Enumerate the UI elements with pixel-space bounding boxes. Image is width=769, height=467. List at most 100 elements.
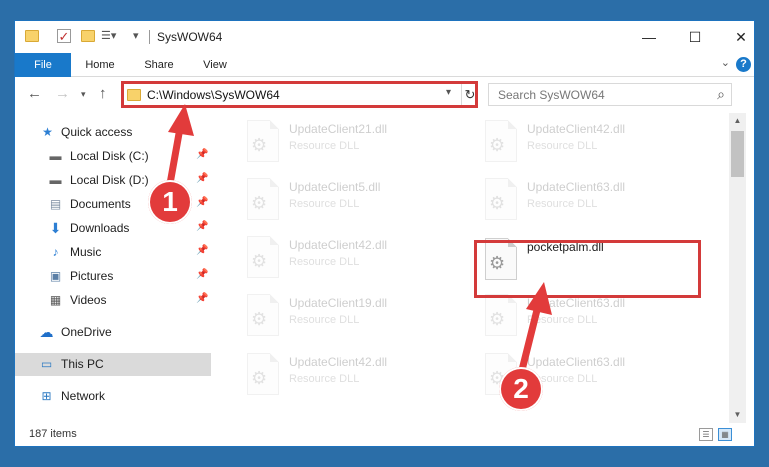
pin-icon[interactable]: 📌 [196, 221, 208, 232]
file-type: Resource DLL [289, 140, 360, 152]
sidebar-item-label: Local Disk (C:) [70, 149, 149, 163]
scroll-down-icon[interactable]: ▼ [729, 407, 746, 423]
navigation-pane: ★ Quick access ▬ Local Disk (C:) 📌 ▬ Loc… [15, 113, 211, 423]
vertical-scrollbar[interactable]: ▲ ▼ [729, 113, 746, 423]
file-type: Resource DLL [289, 198, 360, 210]
folder-icon [25, 29, 39, 43]
tab-view[interactable]: View [191, 53, 239, 77]
file-name: UpdateClient42.dll [289, 355, 388, 369]
close-button[interactable]: ✕ [718, 21, 754, 53]
file-name: UpdateClient42.dll [289, 238, 388, 252]
new-folder-icon[interactable] [81, 29, 95, 43]
item-count: 187 items [29, 428, 77, 440]
videos-icon: ▦ [49, 293, 62, 307]
dll-file-icon: ⚙ [247, 236, 279, 278]
file-item[interactable]: ⚙ UpdateClient63.dll Resource DLL [475, 291, 695, 341]
cloud-icon: ☁ [39, 324, 54, 340]
file-item[interactable]: ⚙ UpdateClient21.dll Resource DLL [237, 117, 457, 167]
details-view-icon[interactable]: ☰ [699, 428, 713, 441]
file-name: UpdateClient21.dll [289, 122, 388, 136]
sidebar-item-videos[interactable]: ▦ Videos 📌 [15, 289, 211, 312]
file-name: UpdateClient19.dll [289, 296, 388, 310]
search-icon[interactable]: ⌕ [717, 86, 725, 103]
tab-home[interactable]: Home [75, 53, 125, 77]
address-highlight-box [121, 81, 478, 108]
download-icon: ⬇ [49, 220, 62, 236]
file-type: Resource DLL [527, 314, 598, 326]
sidebar-item-quick-access[interactable]: ★ Quick access [15, 121, 211, 144]
tab-share[interactable]: Share [133, 53, 185, 77]
dll-file-icon: ⚙ [247, 353, 279, 395]
star-icon: ★ [42, 125, 53, 139]
file-type: Resource DLL [527, 140, 598, 152]
tab-file[interactable]: File [15, 53, 71, 77]
drive-icon: ▬ [49, 149, 62, 163]
search-placeholder: Search SysWOW64 [498, 88, 605, 102]
step-2-badge: 2 [499, 367, 543, 411]
dll-file-icon: ⚙ [247, 178, 279, 220]
navigation-bar: ← → ▾ ↑ C:\Windows\SysWOW64 ▾ ↻ Search S… [15, 78, 754, 112]
tiles-view-icon[interactable]: ▦ [718, 428, 732, 441]
maximize-button[interactable]: ☐ [672, 21, 718, 53]
file-list: ⚙ UpdateClient21.dll Resource DLL ⚙ Upda… [223, 113, 729, 423]
file-item[interactable]: ⚙ UpdateClient19.dll Resource DLL [237, 291, 457, 341]
title-separator [149, 30, 150, 44]
drive-icon: ▬ [49, 173, 62, 187]
dll-file-icon: ⚙ [485, 120, 517, 162]
quick-access-dropdown-icon[interactable]: ▾ [133, 29, 147, 43]
pin-icon[interactable]: 📌 [196, 149, 208, 160]
forward-arrow-icon[interactable]: → [55, 85, 70, 102]
file-item[interactable]: ⚙ UpdateClient42.dll Resource DLL [237, 233, 457, 283]
file-type: Resource DLL [527, 198, 598, 210]
sidebar-item-label: Music [70, 245, 102, 259]
sidebar-item-local-disk-c[interactable]: ▬ Local Disk (C:) 📌 [15, 145, 211, 168]
file-name: UpdateClient63.dll [527, 296, 626, 310]
pin-icon[interactable]: 📌 [196, 245, 208, 256]
sidebar-item-music[interactable]: ♪ Music 📌 [15, 241, 211, 264]
window-title: SysWOW64 [157, 30, 223, 44]
file-name: UpdateClient63.dll [527, 180, 626, 194]
sidebar-item-onedrive[interactable]: ☁ OneDrive [15, 321, 211, 344]
sidebar-item-label: OneDrive [61, 325, 112, 339]
sidebar-item-label: Local Disk (D:) [70, 173, 149, 187]
sidebar-item-label: Videos [70, 293, 107, 307]
sidebar-item-label: Documents [70, 197, 131, 211]
network-icon: ⊞ [41, 389, 52, 403]
help-icon[interactable]: ? [736, 57, 751, 72]
sidebar-item-this-pc[interactable]: ▭ This PC [15, 353, 211, 376]
sidebar-item-label: Pictures [70, 269, 114, 283]
pin-icon[interactable]: 📌 [196, 269, 208, 280]
file-name: UpdateClient63.dll [527, 355, 626, 369]
step-1-badge: 1 [148, 180, 192, 224]
pin-icon[interactable]: 📌 [196, 173, 208, 184]
customize-toolbar-icon[interactable]: ☰▾ [101, 29, 116, 43]
music-icon: ♪ [52, 245, 59, 259]
scrollbar-thumb[interactable] [731, 131, 744, 177]
file-item[interactable]: ⚙ UpdateClient42.dll Resource DLL [237, 350, 457, 400]
sidebar-item-label: Downloads [70, 221, 130, 235]
file-item[interactable]: ⚙ UpdateClient63.dll Resource DLL [475, 175, 695, 225]
file-type: Resource DLL [289, 373, 360, 385]
pin-icon[interactable]: 📌 [196, 293, 208, 304]
file-item[interactable]: ⚙ UpdateClient42.dll Resource DLL [475, 117, 695, 167]
sidebar-item-pictures[interactable]: ▣ Pictures 📌 [15, 265, 211, 288]
chevron-down-icon[interactable]: ⌄ [721, 56, 730, 69]
dll-file-icon: ⚙ [247, 120, 279, 162]
file-item[interactable]: ⚙ UpdateClient5.dll Resource DLL [237, 175, 457, 225]
title-bar: ✓ ☰▾ ▾ SysWOW64 — ☐ ✕ [15, 21, 754, 53]
sidebar-item-network[interactable]: ⊞ Network [15, 385, 211, 408]
sidebar-item-label: Quick access [61, 125, 133, 139]
sidebar-item-label: Network [61, 389, 106, 403]
recent-locations-chevron-icon[interactable]: ▾ [81, 89, 86, 100]
pin-icon[interactable]: 📌 [196, 197, 208, 208]
minimize-button[interactable]: — [626, 21, 672, 53]
search-input[interactable]: Search SysWOW64 ⌕ [488, 83, 732, 106]
up-arrow-icon[interactable]: ↑ [99, 85, 107, 102]
scroll-up-icon[interactable]: ▲ [729, 113, 746, 129]
file-name: UpdateClient42.dll [527, 122, 626, 136]
computer-icon: ▭ [40, 357, 53, 371]
back-arrow-icon[interactable]: ← [27, 85, 42, 102]
properties-icon[interactable]: ✓ [57, 29, 71, 44]
status-bar: 187 items ☰ ▦ [15, 423, 754, 446]
dll-file-icon: ⚙ [247, 294, 279, 336]
